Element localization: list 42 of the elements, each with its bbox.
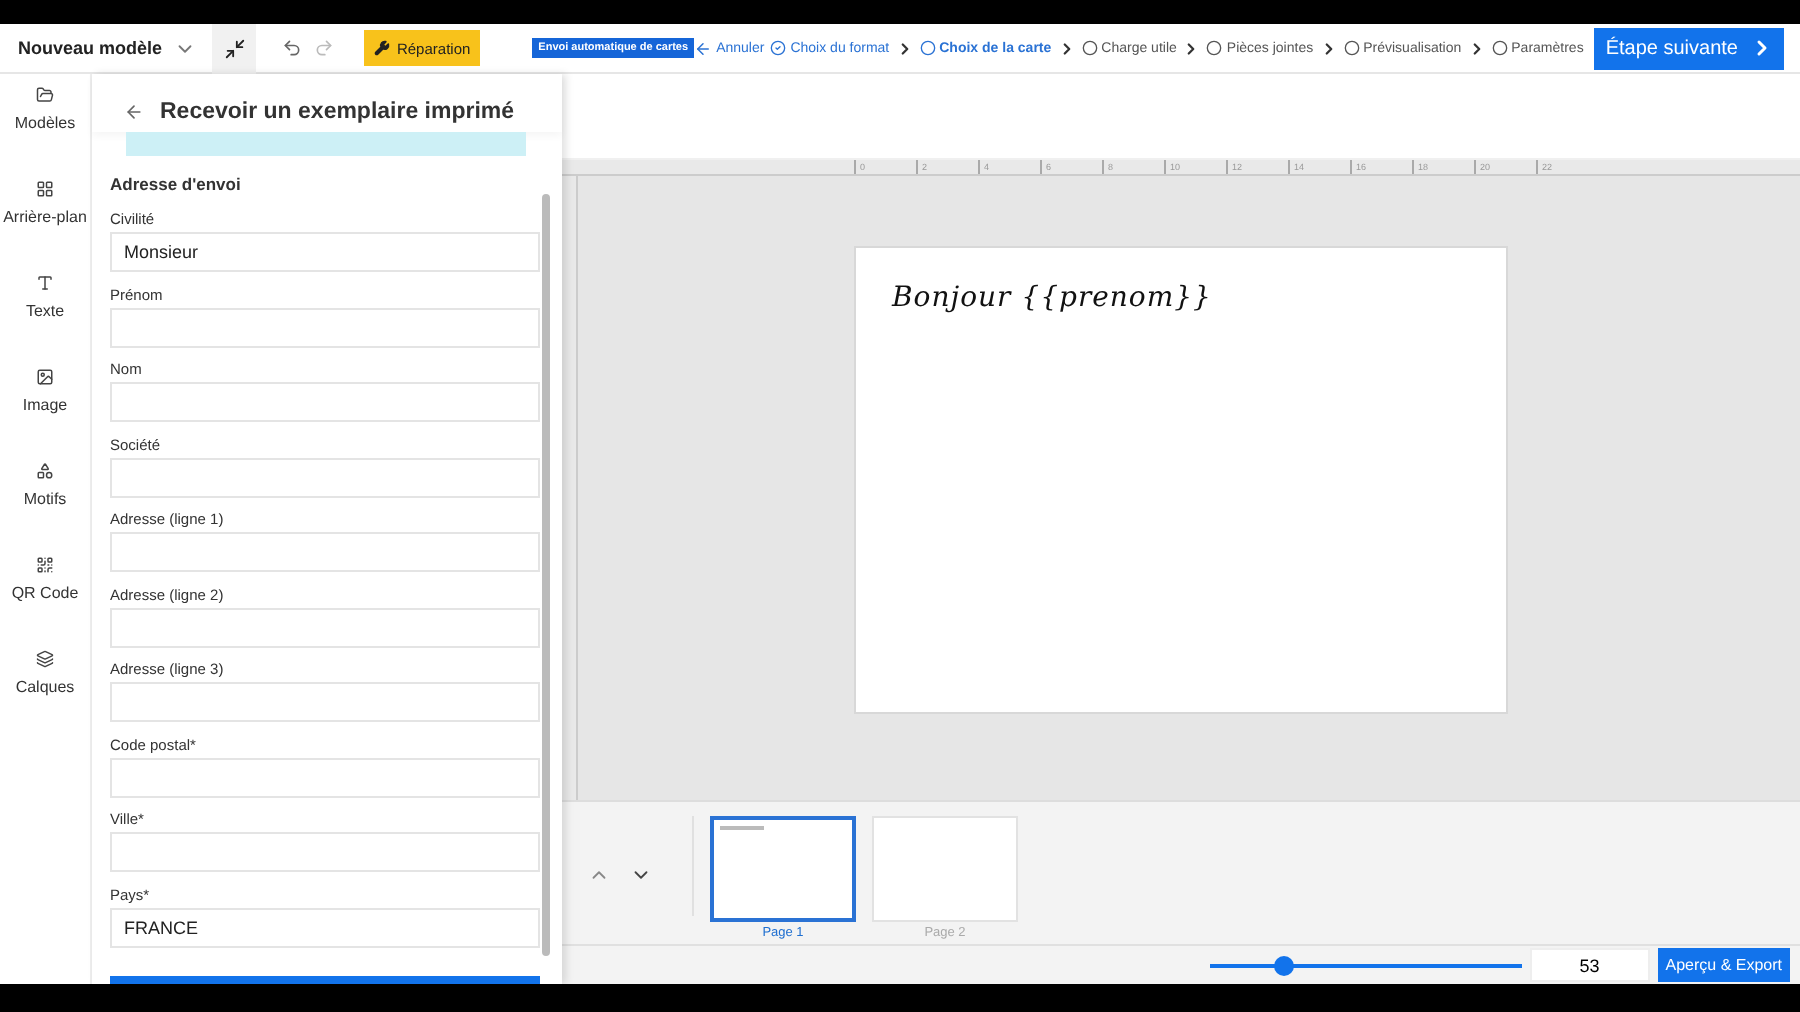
panel-title: Recevoir un exemplaire imprimé [160, 100, 515, 124]
back-icon[interactable] [124, 102, 144, 122]
folder-icon [36, 86, 54, 104]
text-icon [36, 274, 54, 292]
input-field[interactable]: Monsieur [110, 232, 540, 272]
input-field[interactable] [110, 757, 540, 797]
arrow-left-icon [694, 39, 713, 57]
sidebar-item[interactable]: Arrière-plan [3, 180, 87, 274]
sidebar-item[interactable]: Calques [15, 650, 75, 744]
shrink-icon [223, 37, 246, 59]
export-button[interactable]: Aperçu & Export [1657, 948, 1790, 982]
input-field[interactable] [110, 382, 540, 422]
qr-code-icon [35, 556, 54, 574]
text-line-icon [720, 826, 764, 830]
redo-icon [314, 38, 335, 58]
image-icon [35, 368, 54, 386]
sidebar-item[interactable]: QR Code [11, 556, 79, 650]
sidebar-item[interactable]: Image [22, 368, 68, 462]
input-field[interactable] [110, 532, 540, 572]
zoom-field[interactable]: 53 [1529, 948, 1650, 982]
sidebar-item[interactable]: Motifs [23, 462, 67, 556]
layers-icon [35, 650, 54, 668]
input-field[interactable] [110, 607, 540, 647]
sidebar-item[interactable]: Modèles [14, 86, 76, 180]
shrink-button[interactable] [212, 23, 257, 73]
document-title[interactable]: Nouveau modèle [0, 24, 213, 72]
undo-icon [282, 38, 303, 58]
scrollbar[interactable] [542, 194, 550, 956]
shapes-icon [36, 462, 54, 480]
wrench-icon [374, 40, 391, 56]
input-field[interactable] [110, 682, 540, 722]
input-field[interactable] [110, 457, 540, 497]
input-field[interactable] [110, 832, 540, 872]
card-text: Bonjour {{prenom}} [892, 282, 1212, 314]
input-field[interactable]: FRANCE [110, 907, 540, 947]
sidebar-item[interactable]: Texte [25, 274, 65, 368]
grid-icon [35, 180, 54, 198]
input-field[interactable] [110, 307, 540, 347]
next-step-button[interactable]: Étape suivante [1593, 27, 1784, 69]
submit-button[interactable] [110, 976, 540, 984]
section-heading: Adresse d'envoi [110, 174, 243, 194]
slider-thumb[interactable] [1274, 955, 1295, 975]
